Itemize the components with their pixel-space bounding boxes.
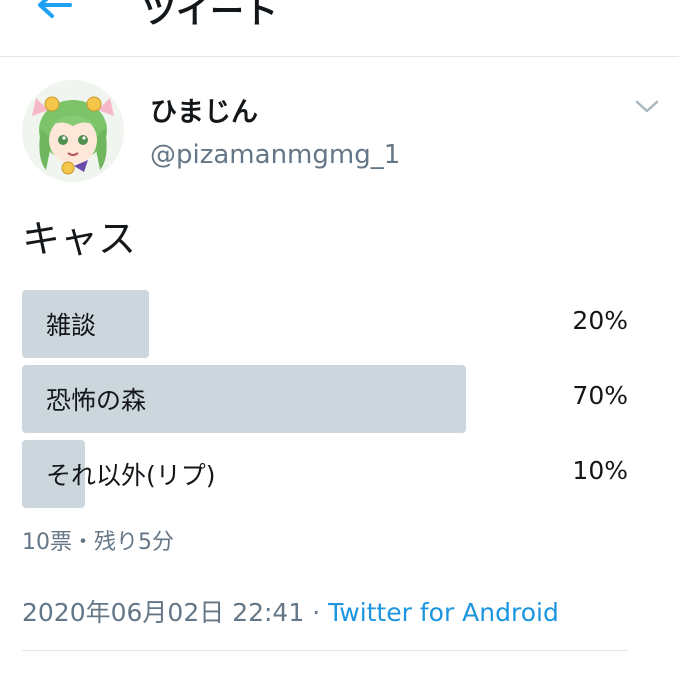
poll-option-label: 雑談 [46,311,97,340]
poll-option-label: それ以外(リプ) [46,461,216,490]
author-username[interactable]: @pizamanmgmg_1 [150,140,400,170]
author-display-name[interactable]: ひまじん [150,90,258,129]
tweet-text: キャス [22,217,137,261]
footer-separator: · [312,598,321,627]
anime-avatar-image [22,80,124,182]
arrow-left-icon[interactable] [34,0,74,20]
divider [22,650,628,651]
page-title: ツイート [142,0,278,32]
poll-option: 恐怖の森 70% [22,365,642,433]
top-bar: ツイート [0,0,679,57]
poll-option-percent: 10% [572,456,628,485]
tweet-footer: 2020年06月02日 22:41 · Twitter for Android [22,593,559,629]
avatar[interactable] [22,80,124,182]
chevron-down-icon[interactable] [634,98,660,116]
poll-option-percent: 70% [572,381,628,410]
poll-meta: 10票・残り5分 [22,530,174,555]
poll-option-label: 恐怖の森 [46,386,147,415]
poll-option: 雑談 20% [22,290,642,358]
tweet-source-link[interactable]: Twitter for Android [328,598,559,627]
poll-option-percent: 20% [572,306,628,335]
poll-option: それ以外(リプ) 10% [22,440,642,508]
tweet-timestamp: 2020年06月02日 22:41 [22,598,305,627]
